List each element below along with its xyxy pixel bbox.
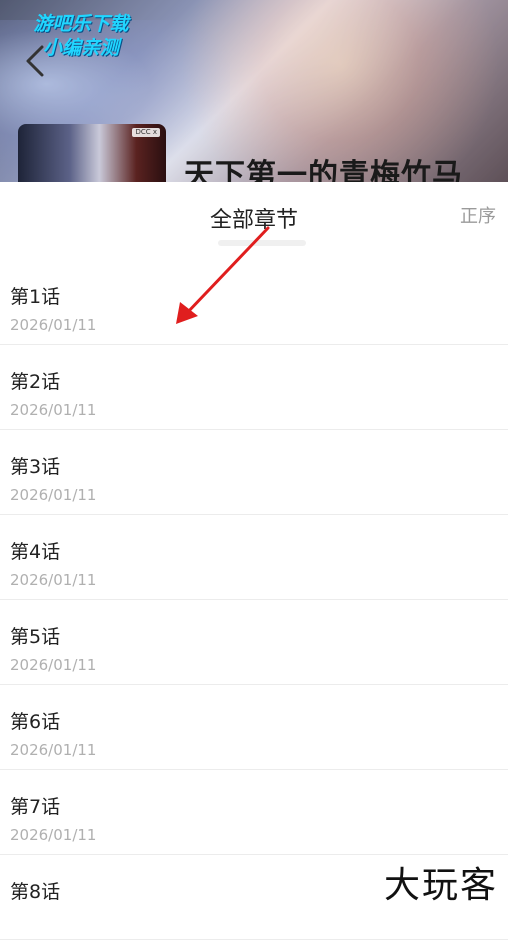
back-button[interactable]	[22, 44, 52, 78]
chapter-row[interactable]: 第2话 2026/01/11	[0, 345, 508, 430]
chapter-name: 第6话	[10, 711, 61, 733]
chapter-row[interactable]: 第6话 2026/01/11	[0, 685, 508, 770]
manga-banner: 游吧乐下载 小编亲测 DCC x 天下第一的青梅竹马	[0, 0, 508, 182]
chapter-date: 2026/01/11	[10, 741, 97, 759]
chapter-date: 2026/01/11	[10, 571, 97, 589]
chapter-date: 2026/01/11	[10, 316, 97, 334]
chapter-date: 2026/01/11	[10, 656, 97, 674]
sort-order-button[interactable]: 正序	[460, 202, 496, 228]
chapter-name: 第8话	[10, 881, 61, 903]
chevron-left-icon	[26, 45, 44, 77]
chapter-row[interactable]: 第4话 2026/01/11	[0, 515, 508, 600]
chapter-date: 2026/01/11	[10, 486, 97, 504]
chapter-name: 第4话	[10, 541, 61, 563]
manga-title: 天下第一的青梅竹马	[184, 158, 463, 182]
chapter-name: 第1话	[10, 286, 61, 308]
chapter-sheet-title: 全部章节	[209, 208, 298, 233]
chapter-name: 第3话	[10, 456, 61, 478]
chapter-date: 2026/01/11	[10, 826, 97, 844]
chapter-row[interactable]: 第7话 2026/01/11	[0, 770, 508, 855]
chapter-row[interactable]: 第5话 2026/01/11	[0, 600, 508, 685]
chapter-name: 第5话	[10, 626, 61, 648]
chapter-date: 2026/01/11	[10, 401, 97, 419]
chapter-sheet-header: 全部章节 正序	[0, 182, 508, 260]
chapter-row[interactable]: 第1话 2026/01/11	[0, 260, 508, 345]
watermark-line1: 游吧乐下载	[33, 13, 129, 35]
manga-cover[interactable]: DCC x	[18, 124, 166, 182]
chapter-sheet: 全部章节 正序 第1话 2026/01/11 第2话 2026/01/11 第3…	[0, 182, 508, 940]
chapter-name: 第7话	[10, 796, 61, 818]
brand-watermark: 大玩客	[383, 865, 498, 906]
chapter-name: 第2话	[10, 371, 61, 393]
sheet-drag-handle[interactable]	[218, 240, 306, 246]
cover-logo: DCC x	[132, 128, 160, 137]
chapter-list: 第1话 2026/01/11 第2话 2026/01/11 第3话 2026/0…	[0, 260, 508, 940]
chapter-row[interactable]: 第3话 2026/01/11	[0, 430, 508, 515]
